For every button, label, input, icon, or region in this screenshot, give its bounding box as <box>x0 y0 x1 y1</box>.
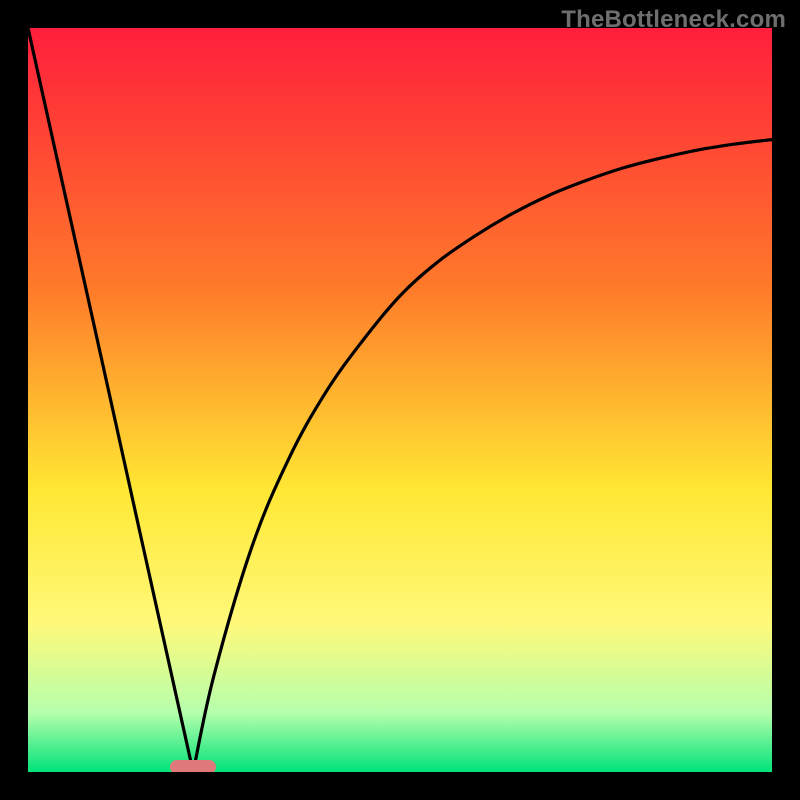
curve-right-branch <box>193 140 772 772</box>
outer-frame: TheBottleneck.com <box>0 0 800 800</box>
optimal-marker <box>170 760 216 772</box>
plot-area <box>28 28 772 772</box>
bottleneck-curve <box>28 28 772 772</box>
curve-left-branch <box>28 28 193 772</box>
